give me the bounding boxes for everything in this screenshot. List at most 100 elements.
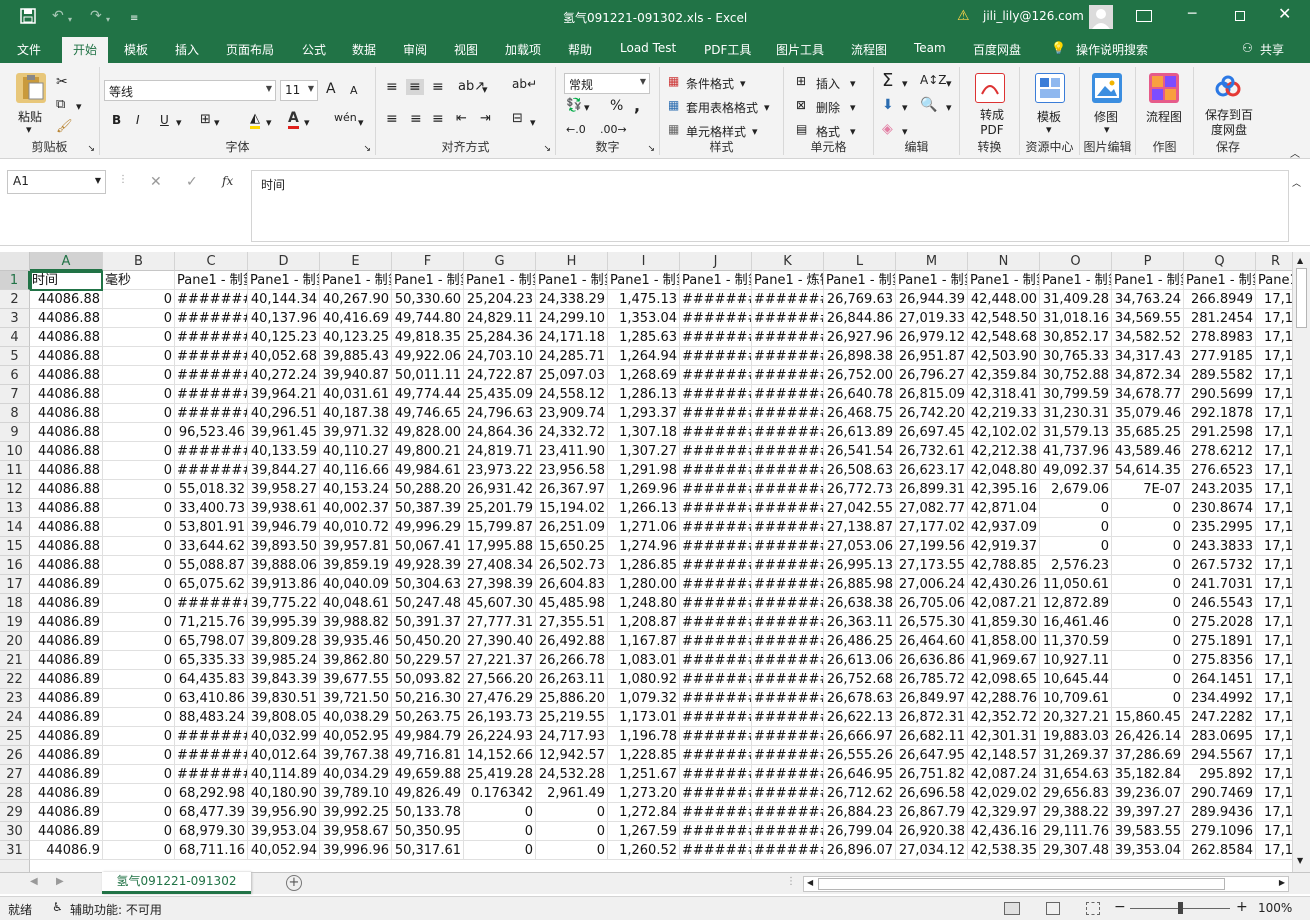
table-cell[interactable]: 26,896.07 [824, 841, 896, 860]
table-cell[interactable]: 17,1 [1256, 765, 1292, 784]
comma-button[interactable]: , [634, 96, 640, 115]
table-cell[interactable]: 39,956.90 [248, 803, 320, 822]
header-cell[interactable]: 时间 [30, 271, 103, 290]
table-cell[interactable]: ####### [680, 461, 752, 480]
table-cell[interactable]: 1,208.87 [608, 613, 680, 632]
table-cell[interactable]: 34,569.55 [1112, 309, 1184, 328]
table-cell[interactable]: 42,788.85 [968, 556, 1040, 575]
table-cell[interactable]: 1,080.92 [608, 670, 680, 689]
table-cell[interactable]: 1,293.37 [608, 404, 680, 423]
table-cell[interactable]: 33,644.62 [175, 537, 248, 556]
table-cell[interactable]: 26,622.13 [824, 708, 896, 727]
align-center-icon[interactable]: ≡ [410, 111, 422, 127]
table-cell[interactable]: 41,737.96 [1040, 442, 1112, 461]
row-header[interactable]: 15 [0, 537, 30, 556]
table-cell[interactable]: 12,872.89 [1040, 594, 1112, 613]
table-cell[interactable]: 30,752.88 [1040, 366, 1112, 385]
table-cell[interactable]: 26,555.26 [824, 746, 896, 765]
table-cell[interactable]: 49,984.79 [392, 727, 464, 746]
worksheet-grid[interactable]: ABCDEFGHIJKLMNOPQR 1 时间 毫秒 Pane1 - 制氢 Pane1 … [0, 252, 1292, 872]
currency-icon[interactable]: 💱 [566, 98, 582, 113]
table-cell[interactable]: 50,011.11 [392, 366, 464, 385]
table-cell[interactable]: 26,367.97 [536, 480, 608, 499]
table-cell[interactable]: 42,359.84 [968, 366, 1040, 385]
table-cell[interactable]: ####### [752, 290, 824, 309]
column-header-J[interactable]: J [680, 252, 752, 271]
chevron-down-icon[interactable]: ▾ [850, 101, 856, 114]
table-cell[interactable]: 294.5567 [1184, 746, 1256, 765]
table-cell[interactable]: ####### [680, 708, 752, 727]
customize-toolbar-icon[interactable]: ≡ [130, 11, 138, 27]
table-cell[interactable]: 40,144.34 [248, 290, 320, 309]
table-cell[interactable]: 24,171.18 [536, 328, 608, 347]
table-cell[interactable]: 0 [1040, 518, 1112, 537]
row-header[interactable]: 4 [0, 328, 30, 347]
table-cell[interactable]: 26,752.00 [824, 366, 896, 385]
table-cell[interactable]: 17,1 [1256, 670, 1292, 689]
table-cell[interactable]: 65,798.07 [175, 632, 248, 651]
table-cell[interactable]: 0 [103, 746, 175, 765]
table-cell[interactable]: 26,785.72 [896, 670, 968, 689]
table-cell[interactable]: 39,971.32 [320, 423, 392, 442]
table-cell[interactable]: 0 [103, 632, 175, 651]
table-cell[interactable]: 26,927.96 [824, 328, 896, 347]
table-cell[interactable]: 39,946.79 [248, 518, 320, 537]
table-cell[interactable]: 40,180.90 [248, 784, 320, 803]
table-cell[interactable]: 0 [1040, 537, 1112, 556]
borders-dropdown-icon[interactable]: ▾ [214, 116, 220, 129]
table-cell[interactable]: 0 [103, 841, 175, 860]
scroll-down-icon[interactable]: ▼ [1297, 856, 1303, 865]
tab-page-layout[interactable]: 页面布局 [226, 41, 274, 58]
table-cell[interactable]: 0 [1112, 689, 1184, 708]
table-cell[interactable]: 283.0695 [1184, 727, 1256, 746]
table-cell[interactable]: 42,329.97 [968, 803, 1040, 822]
table-cell[interactable]: ####### [175, 594, 248, 613]
table-cell[interactable]: 2,961.49 [536, 784, 608, 803]
chevron-down-icon[interactable]: ▾ [740, 77, 746, 90]
table-cell[interactable]: 44086.9 [30, 841, 103, 860]
table-cell[interactable]: 42,301.31 [968, 727, 1040, 746]
table-cell[interactable]: 39,958.67 [320, 822, 392, 841]
table-cell[interactable]: 235.2995 [1184, 518, 1256, 537]
table-cell[interactable]: 25,419.28 [464, 765, 536, 784]
table-cell[interactable]: 17,1 [1256, 442, 1292, 461]
table-cell[interactable]: 1,079.32 [608, 689, 680, 708]
table-cell[interactable]: 24,703.10 [464, 347, 536, 366]
table-cell[interactable]: ####### [752, 480, 824, 499]
table-cell[interactable]: 0 [1112, 594, 1184, 613]
table-cell[interactable]: 25,097.03 [536, 366, 608, 385]
table-cell[interactable]: 1,173.01 [608, 708, 680, 727]
font-color-icon[interactable]: A [288, 110, 299, 129]
wrap-text-icon[interactable]: ab↵ [512, 77, 537, 91]
table-cell[interactable]: 39,767.38 [320, 746, 392, 765]
save-to-baidu-button[interactable]: 保存到百度网盘 [1204, 108, 1254, 138]
redo-icon[interactable]: ↷ [90, 8, 102, 24]
table-cell[interactable]: ####### [752, 841, 824, 860]
table-cell[interactable]: 31,018.16 [1040, 309, 1112, 328]
table-cell[interactable]: 31,269.37 [1040, 746, 1112, 765]
table-cell[interactable]: 25,284.36 [464, 328, 536, 347]
table-cell[interactable]: 0 [536, 803, 608, 822]
table-cell[interactable]: ####### [680, 442, 752, 461]
table-cell[interactable]: 40,002.37 [320, 499, 392, 518]
table-cell[interactable]: ####### [752, 347, 824, 366]
accessibility-status[interactable]: 辅助功能: 不可用 [70, 901, 162, 918]
underline-button[interactable]: U [160, 113, 169, 127]
table-cell[interactable]: 0 [103, 366, 175, 385]
table-cell[interactable]: ####### [175, 328, 248, 347]
table-cell[interactable]: 0 [103, 727, 175, 746]
phonetic-dropdown-icon[interactable]: ▾ [358, 116, 364, 129]
table-cell[interactable]: 26,623.17 [896, 461, 968, 480]
table-cell[interactable]: 40,048.61 [320, 594, 392, 613]
table-cell[interactable]: 44086.88 [30, 442, 103, 461]
table-cell[interactable]: ####### [752, 746, 824, 765]
table-cell[interactable]: 33,400.73 [175, 499, 248, 518]
table-cell[interactable]: 26,426.14 [1112, 727, 1184, 746]
table-cell[interactable]: 65,335.33 [175, 651, 248, 670]
table-cell[interactable]: 71,215.76 [175, 613, 248, 632]
table-cell[interactable]: 0 [464, 822, 536, 841]
table-cell[interactable]: 17,1 [1256, 499, 1292, 518]
table-cell[interactable]: 0 [1112, 518, 1184, 537]
table-cell[interactable]: 40,052.95 [320, 727, 392, 746]
table-cell[interactable]: 25,435.09 [464, 385, 536, 404]
